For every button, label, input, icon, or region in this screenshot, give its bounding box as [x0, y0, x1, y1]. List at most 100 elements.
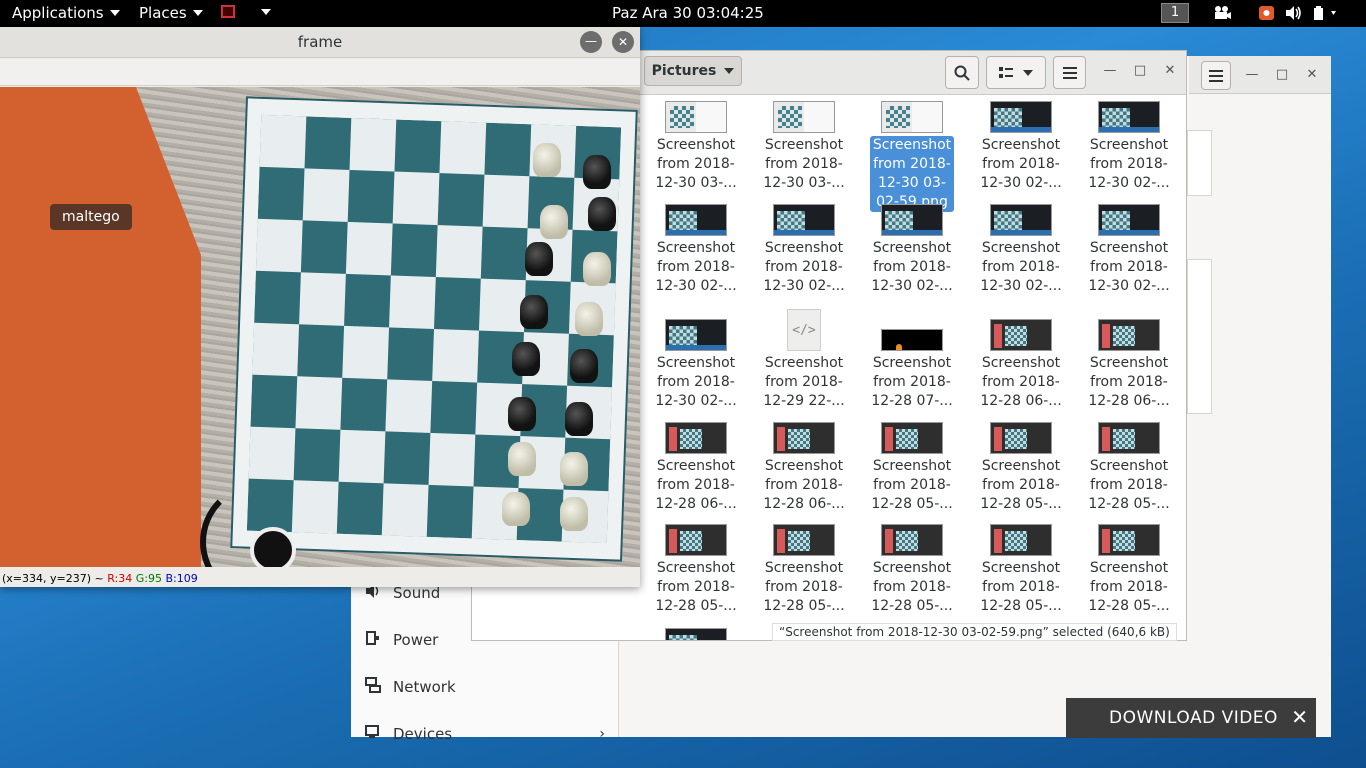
image-thumbnail — [665, 319, 727, 351]
image-thumbnail — [773, 101, 835, 133]
selection-status: “Screenshot from 2018-12-30 03-02-59.png… — [772, 623, 1177, 641]
file-item[interactable]: Screenshot from 2018- 12-30 02-... — [642, 319, 750, 411]
file-item[interactable]: Screenshot from 2018- 12-28 05-... — [967, 524, 1075, 616]
file-item[interactable]: Screenshot from 2018- 12-30 03-... — [750, 101, 858, 193]
chess-piece — [540, 205, 568, 239]
image-thumbnail — [1098, 319, 1160, 351]
image-thumbnail — [990, 524, 1052, 556]
chess-piece — [502, 492, 530, 526]
chevron-down-icon — [1023, 69, 1033, 76]
chevron-down-icon — [261, 8, 271, 15]
image-thumbnail — [665, 524, 727, 556]
file-item-selected[interactable]: Screenshot from 2018- 12-30 03- 02-59.png — [858, 101, 966, 212]
settings-header: — □ ✕ — [1189, 56, 1331, 94]
file-item[interactable]: Screenshot from 2018- 12-30 02-... — [1075, 101, 1183, 193]
file-item[interactable]: Screenshot from 2018- 12-28 05-... — [1075, 524, 1183, 616]
file-item[interactable]: Screenshot from 2018- 12-28 05-... — [750, 524, 858, 616]
view-options-button[interactable] — [986, 56, 1046, 89]
chevron-down-icon — [724, 68, 735, 74]
file-item[interactable]: Screenshot from 2018- 12-30 02-... — [967, 101, 1075, 193]
file-item[interactable]: Screenshot from 2018- 12-28 07-... — [858, 319, 966, 411]
places-menu[interactable]: Places — [139, 4, 203, 22]
chess-piece — [583, 155, 611, 189]
path-button-pictures[interactable]: Pictures — [644, 56, 742, 86]
file-item[interactable]: </> Screenshot from 2018- 12-29 22-... — [750, 309, 858, 411]
clock[interactable]: Paz Ara 30 03:04:25 — [612, 4, 764, 22]
image-thumbnail — [881, 204, 943, 236]
chess-piece — [508, 397, 536, 431]
chess-piece — [583, 252, 611, 286]
close-button[interactable]: ✕ — [1159, 60, 1181, 82]
app-window-icon — [221, 5, 235, 18]
workspace-indicator[interactable]: 1 — [1161, 3, 1189, 23]
image-thumbnail — [1098, 422, 1160, 454]
image-thumbnail — [1098, 204, 1160, 236]
chevron-down-icon — [109, 10, 120, 16]
file-item[interactable]: Screenshot from 2018- 12-30 02-... — [967, 204, 1075, 296]
power-menu-icon[interactable] — [1312, 5, 1342, 21]
selected-label: Screenshot from 2018- 12-30 03- 02-59.png — [869, 136, 955, 212]
hamburger-icon — [1209, 69, 1223, 82]
network-icon — [365, 677, 381, 697]
image-thumbnail — [881, 524, 943, 556]
chevron-right-icon: › — [599, 726, 605, 742]
chess-piece — [565, 402, 593, 436]
recording-icon[interactable] — [1258, 5, 1276, 21]
image-thumbnail — [1098, 524, 1160, 556]
applications-menu[interactable]: Applications — [12, 4, 120, 22]
image-thumbnail — [881, 101, 943, 133]
settings-menu-button[interactable] — [1201, 61, 1231, 90]
search-icon — [954, 65, 970, 81]
minimize-button[interactable]: — — [580, 31, 602, 53]
file-item[interactable]: Screenshot from 2018- 12-30 02-... — [858, 204, 966, 296]
file-item[interactable]: Screenshot from 2018- 12-28 05-... — [967, 422, 1075, 514]
download-video-label: DOWNLOAD VIDEO — [1109, 708, 1278, 728]
maximize-button[interactable]: □ — [1271, 64, 1293, 86]
file-item[interactable]: Screenshot from 2018- 12-28 05-... — [1075, 422, 1183, 514]
close-button[interactable]: ✕ — [612, 31, 634, 53]
frame-toolbar — [0, 59, 640, 86]
pixel-readout: (x=334, y=237) ~ R:34 G:95 B:109 — [2, 572, 198, 585]
power-icon — [365, 630, 381, 650]
file-item[interactable]: Screenshot from 2018- 12-28 06-... — [967, 319, 1075, 411]
maximize-button[interactable]: □ — [1129, 60, 1151, 82]
image-thumbnail — [665, 628, 727, 640]
image-thumbnail — [990, 101, 1052, 133]
close-icon[interactable]: ✕ — [1291, 706, 1308, 728]
image-thumbnail — [1098, 101, 1160, 133]
camera-frame[interactable] — [0, 87, 640, 567]
minimize-button[interactable]: — — [1099, 60, 1121, 82]
file-item[interactable]: Screenshot from 2018- 12-28 05-... — [858, 422, 966, 514]
file-item[interactable]: Screenshot from 2018- 12-30 02-... — [750, 204, 858, 296]
file-item[interactable] — [642, 628, 750, 640]
file-item[interactable]: Screenshot from 2018- 12-28 06-... — [1075, 319, 1183, 411]
window-list-menu[interactable] — [221, 5, 271, 18]
chess-piece — [575, 302, 603, 336]
file-item[interactable]: Screenshot from 2018- 12-28 05-... — [642, 524, 750, 616]
close-button[interactable]: ✕ — [1301, 64, 1323, 86]
camera-icon[interactable] — [1213, 5, 1231, 21]
chess-piece — [512, 342, 540, 376]
file-item[interactable]: Screenshot from 2018- 12-30 03-... — [642, 101, 750, 193]
path-label: Pictures — [651, 63, 717, 79]
search-button[interactable] — [945, 56, 979, 89]
file-item[interactable]: Screenshot from 2018- 12-28 06-... — [642, 422, 750, 514]
menu-button[interactable] — [1053, 56, 1086, 89]
minimize-button[interactable]: — — [1241, 64, 1263, 86]
sidebar-item-power[interactable]: Power — [365, 626, 438, 654]
chess-piece — [560, 452, 588, 486]
file-item[interactable]: Screenshot from 2018- 12-28 05-... — [858, 524, 966, 616]
image-thumbnail — [990, 422, 1052, 454]
download-video-bar[interactable]: DOWNLOAD VIDEO ✕ — [1066, 698, 1316, 738]
sidebar-item-network[interactable]: Network — [365, 673, 456, 701]
file-item[interactable]: Screenshot from 2018- 12-30 02-... — [1075, 204, 1183, 296]
file-item[interactable]: Screenshot from 2018- 12-30 02-... — [642, 204, 750, 296]
window-title[interactable]: frame — [0, 27, 640, 58]
sidebar-item-devices[interactable]: Devices › — [365, 720, 605, 748]
file-item[interactable]: Screenshot from 2018- 12-28 06-... — [750, 422, 858, 514]
sidebar-item-label: Power — [393, 631, 439, 649]
maltego-tooltip: maltego — [50, 204, 132, 230]
volume-icon[interactable] — [1285, 5, 1303, 21]
black-knob — [250, 527, 296, 567]
chess-piece — [570, 349, 598, 383]
